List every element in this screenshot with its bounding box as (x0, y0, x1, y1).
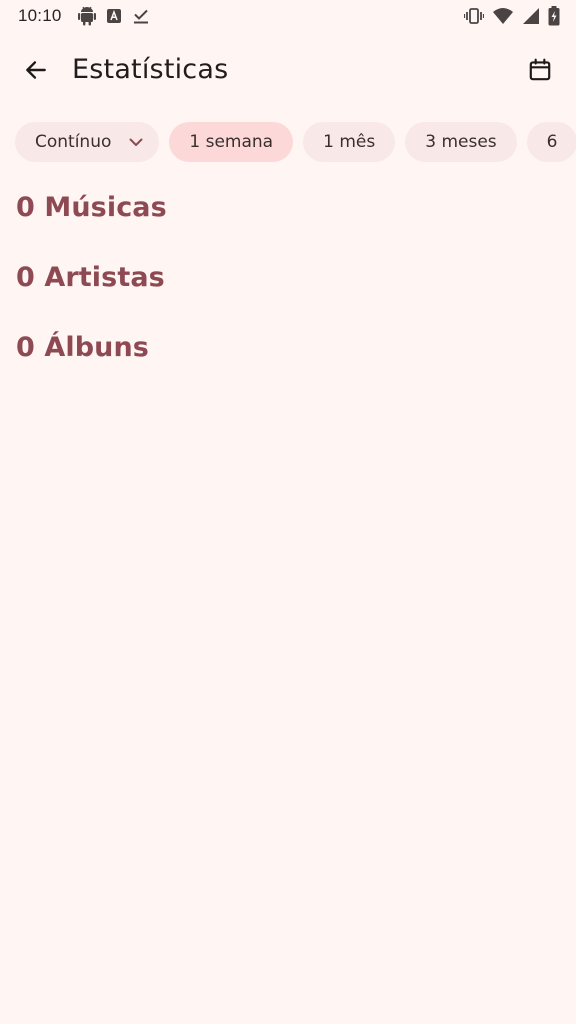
vibrate-icon (464, 7, 484, 25)
a-box-icon (106, 8, 122, 24)
chevron-down-icon (127, 133, 145, 151)
status-left-icons (78, 6, 150, 26)
range-chip-1-month[interactable]: 1 mês (303, 122, 396, 162)
artists-count[interactable]: 0 Artistas (16, 262, 165, 293)
status-time: 10:10 (18, 6, 62, 25)
range-chip-6-months[interactable]: 6 (526, 122, 576, 162)
filter-chips-row: Contínuo 1 semana 1 mês 3 meses 6 (15, 122, 576, 166)
calendar-icon (527, 57, 553, 87)
back-button[interactable] (14, 50, 58, 94)
status-right-icons (464, 6, 560, 26)
android-icon (78, 6, 96, 26)
range-chip-label: 1 semana (189, 132, 274, 152)
signal-icon (522, 7, 540, 25)
wifi-icon (492, 7, 514, 25)
mode-dropdown-label: Contínuo (35, 132, 112, 152)
download-done-icon (132, 7, 150, 25)
range-chip-3-months[interactable]: 3 meses (405, 122, 517, 162)
calendar-button[interactable] (518, 50, 562, 94)
range-chip-label: 6 (546, 132, 558, 152)
arrow-left-icon (23, 57, 49, 87)
app-bar: Estatísticas (0, 40, 576, 104)
albums-count[interactable]: 0 Álbuns (16, 332, 149, 363)
battery-charging-icon (548, 6, 560, 26)
page-title: Estatísticas (72, 54, 229, 85)
range-chip-label: 1 mês (323, 132, 376, 152)
range-chip-1-week[interactable]: 1 semana (169, 122, 294, 162)
status-bar: 10:10 (0, 0, 576, 32)
mode-dropdown-chip[interactable]: Contínuo (15, 122, 160, 162)
songs-count[interactable]: 0 Músicas (16, 192, 167, 223)
range-chip-label: 3 meses (425, 132, 497, 152)
